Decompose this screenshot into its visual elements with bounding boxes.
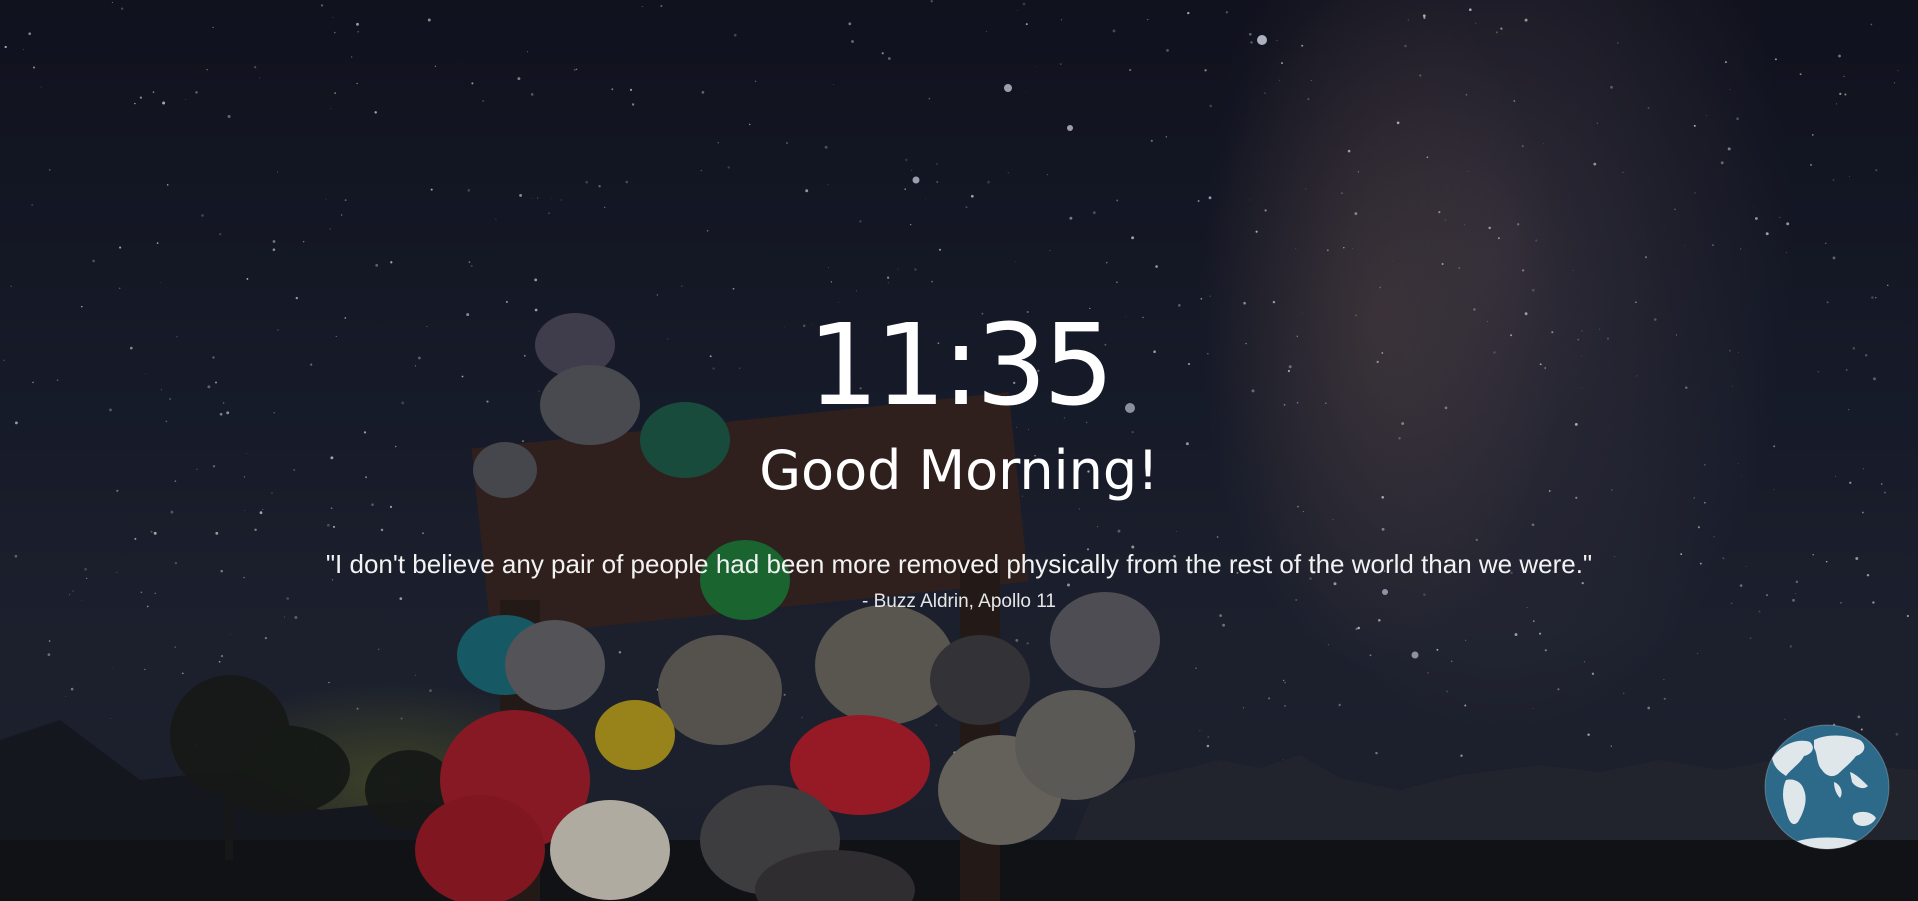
clock-time: 11:35 — [807, 301, 1115, 431]
globe-button[interactable] — [1764, 724, 1890, 850]
quote-author: - Buzz Aldrin, Apollo 11 — [862, 591, 1056, 612]
globe-icon — [1764, 724, 1890, 850]
new-tab-background: 11:35 Good Morning! "I don't believe any… — [0, 0, 1918, 901]
greeting-text: Good Morning! — [759, 439, 1159, 502]
quote-text: "I don't believe any pair of people had … — [325, 549, 1593, 579]
